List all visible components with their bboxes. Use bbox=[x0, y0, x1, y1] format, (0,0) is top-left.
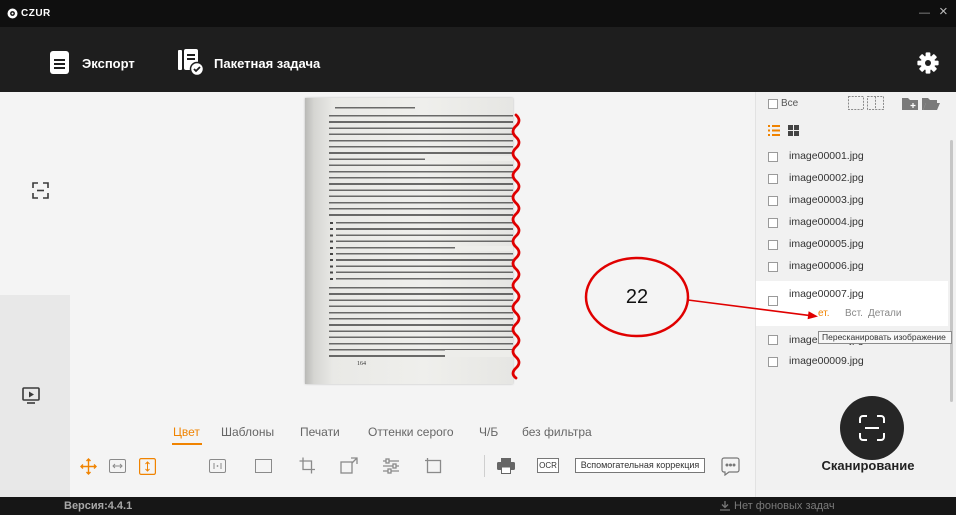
file-list-item[interactable]: image00002.jpg bbox=[756, 168, 948, 190]
scan-button[interactable] bbox=[840, 396, 904, 460]
wavy-annotation-line bbox=[511, 113, 521, 380]
crop-icon[interactable] bbox=[299, 457, 316, 474]
select-all-checkbox[interactable] bbox=[768, 99, 778, 109]
scan-icon bbox=[859, 415, 885, 441]
file-name: image00001.jpg bbox=[789, 150, 864, 162]
fit-width-icon[interactable] bbox=[109, 459, 126, 473]
file-checkbox[interactable] bbox=[768, 262, 778, 272]
filter-tab-grayscale[interactable]: Оттенки серого bbox=[368, 425, 454, 440]
file-list-item[interactable]: image00005.jpg bbox=[756, 234, 948, 256]
file-list-item[interactable]: image00003.jpg bbox=[756, 190, 948, 212]
file-name: image00005.jpg bbox=[789, 238, 864, 250]
ocr-button[interactable]: OCR bbox=[537, 458, 559, 473]
batch-task-button[interactable]: Пакетная задача bbox=[172, 46, 322, 80]
batch-task-icon bbox=[178, 49, 204, 76]
file-name: image00004.jpg bbox=[789, 216, 864, 228]
file-checkbox[interactable] bbox=[768, 196, 778, 206]
file-checkbox[interactable] bbox=[768, 296, 778, 306]
file-name: image00002.jpg bbox=[789, 172, 864, 184]
file-name: image00006.jpg bbox=[789, 260, 864, 272]
file-list-item[interactable]: image00001.jpg bbox=[756, 146, 948, 168]
active-tab-underline bbox=[172, 443, 202, 445]
rotate-crop-icon[interactable] bbox=[340, 457, 358, 474]
adjust-icon[interactable] bbox=[382, 458, 400, 474]
czur-logo-icon bbox=[7, 8, 18, 19]
page-number: 164 bbox=[357, 361, 366, 367]
version-text: Версия:4.4.1 bbox=[64, 500, 133, 512]
file-checkbox[interactable] bbox=[768, 152, 778, 162]
fit-height-icon[interactable] bbox=[139, 458, 156, 475]
scan-label: Сканирование bbox=[821, 458, 915, 473]
file-list-item[interactable]: image00004.jpg bbox=[756, 212, 948, 234]
frame-icon[interactable] bbox=[255, 459, 272, 473]
slideshow-icon[interactable] bbox=[22, 387, 40, 405]
crop-frame-icon[interactable] bbox=[32, 182, 49, 199]
filter-tab-stamps[interactable]: Печати bbox=[300, 425, 340, 440]
file-checkbox[interactable] bbox=[768, 218, 778, 228]
callout-number: 22 bbox=[625, 286, 649, 308]
assisted-correction-button[interactable]: Вспомогательная коррекция bbox=[575, 458, 705, 473]
title-bar bbox=[0, 0, 956, 27]
export-label: Экспорт bbox=[82, 56, 135, 71]
file-checkbox[interactable] bbox=[768, 174, 778, 184]
move-icon[interactable] bbox=[80, 458, 97, 475]
page-view-icon[interactable] bbox=[848, 96, 884, 110]
batch-task-label: Пакетная задача bbox=[214, 56, 321, 71]
folder-open-icon[interactable] bbox=[922, 97, 940, 110]
minimize-button[interactable]: — bbox=[919, 6, 930, 20]
export-button[interactable]: Экспорт bbox=[46, 46, 144, 80]
filter-tab-templates[interactable]: Шаблоны bbox=[221, 425, 274, 440]
download-icon bbox=[720, 501, 730, 511]
print-icon[interactable] bbox=[497, 458, 515, 474]
file-checkbox[interactable] bbox=[768, 335, 778, 345]
file-list-item[interactable]: image00009.jpg bbox=[756, 351, 948, 373]
list-view-icon[interactable] bbox=[768, 125, 780, 136]
czur-app-window: CZUR — × Экспорт Пакетная задача 164 Цве… bbox=[0, 0, 956, 515]
rectangle-icon[interactable] bbox=[425, 458, 442, 474]
split-page-icon[interactable] bbox=[209, 459, 226, 473]
file-list-scrollbar[interactable] bbox=[950, 140, 953, 402]
background-tasks-status[interactable]: Нет фоновых задач bbox=[734, 500, 835, 513]
file-name: image00007.jpg bbox=[789, 288, 864, 300]
filter-tab-none[interactable]: без фильтра bbox=[522, 425, 592, 440]
insert-action[interactable]: Вст. bbox=[845, 308, 863, 320]
document-icon bbox=[50, 51, 69, 74]
file-name: image00003.jpg bbox=[789, 194, 864, 206]
filter-tab-color[interactable]: Цвет bbox=[173, 425, 200, 440]
folder-add-icon[interactable] bbox=[902, 97, 918, 110]
file-checkbox[interactable] bbox=[768, 357, 778, 367]
feedback-icon[interactable] bbox=[721, 457, 740, 476]
close-button[interactable]: × bbox=[939, 4, 948, 20]
grid-view-icon[interactable] bbox=[788, 125, 799, 136]
filter-tab-bw[interactable]: Ч/Б bbox=[479, 425, 498, 440]
file-list-item[interactable]: image00006.jpg bbox=[756, 256, 948, 278]
file-name: image00009.jpg bbox=[789, 355, 864, 367]
toolbar-divider bbox=[484, 455, 485, 477]
details-action[interactable]: Детали bbox=[868, 308, 901, 320]
gear-icon[interactable] bbox=[917, 52, 939, 74]
rescan-action[interactable]: ет. bbox=[818, 308, 829, 320]
app-logo-text: CZUR bbox=[21, 8, 51, 19]
file-checkbox[interactable] bbox=[768, 240, 778, 250]
scanned-page-image: 164 bbox=[305, 98, 513, 384]
rescan-tooltip: Пересканировать изображение bbox=[818, 331, 952, 344]
select-all-label: Все bbox=[781, 98, 799, 109]
